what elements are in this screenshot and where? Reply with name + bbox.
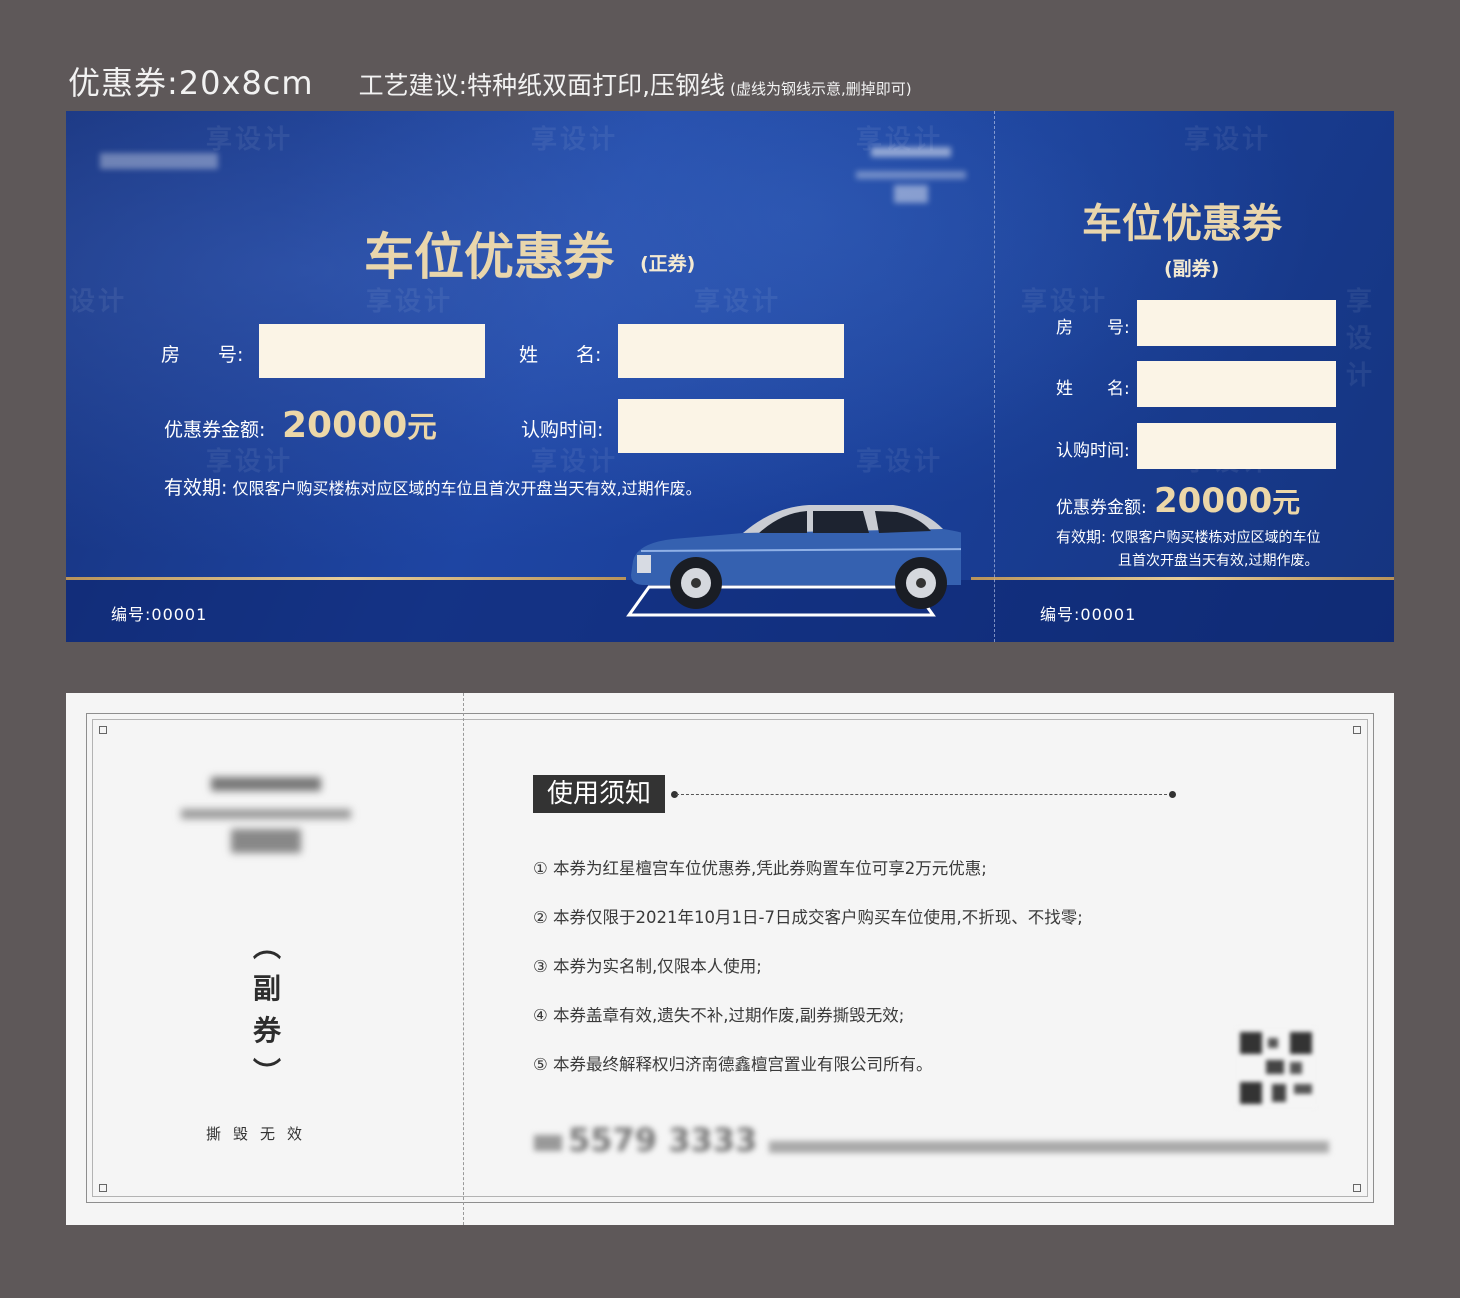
- validity-label: 有效期:: [164, 477, 228, 499]
- name-field[interactable]: [618, 324, 844, 378]
- stub-validity-line1: 仅限客户购买楼栋对应区域的车位: [1110, 530, 1321, 546]
- main-subtitle: (正券): [640, 253, 696, 275]
- stub-room-label: 房 号:: [1056, 318, 1130, 338]
- bracket-top: ︵: [252, 930, 281, 963]
- brand-logo-small: [100, 153, 218, 169]
- spec-header: 优惠券:20x8cm 工艺建议:特种纸双面打印,压钢线 (虚线为钢线示意,删掉即…: [68, 58, 912, 104]
- amount-number: 20000: [282, 405, 408, 446]
- time-label: 认购时间:: [521, 419, 604, 441]
- car-illustration: [626, 505, 961, 617]
- gold-divider-left: [66, 577, 626, 580]
- corner-mark: [1353, 1184, 1361, 1192]
- stub-room-field[interactable]: [1137, 300, 1336, 346]
- hotline: 5579 3333: [534, 1121, 1330, 1159]
- corner-mark: [99, 1184, 107, 1192]
- room-label: 房 号:: [161, 344, 244, 366]
- rule-item: ③ 本券为实名制,仅限本人使用;: [533, 957, 762, 976]
- corner-mark: [1353, 726, 1361, 734]
- main-title: 车位优惠券: [364, 227, 614, 286]
- stub-serial-number: 编号:00001: [1040, 605, 1137, 624]
- craft-note: (虚线为钢线示意,删掉即可): [730, 80, 912, 98]
- stub-time-field[interactable]: [1137, 423, 1336, 469]
- rule-item: ① 本券为红星檀宫车位优惠券,凭此券购置车位可享2万元优惠;: [533, 859, 987, 878]
- tear-line: [994, 111, 995, 642]
- notice-title: 使用须知: [533, 775, 665, 813]
- size-spec: 优惠券:20x8cm: [68, 64, 314, 102]
- stub-amount-label: 优惠券金额:: [1056, 498, 1147, 518]
- watermark: 享设计: [1346, 287, 1376, 391]
- room-field[interactable]: [259, 324, 485, 378]
- stub-char-2: 券: [252, 1014, 281, 1047]
- brand-logo: [856, 143, 966, 213]
- stub-validity-line2: 且首次开盘当天有效,过期作废。: [1118, 553, 1319, 569]
- corner-mark: [99, 726, 107, 734]
- stub-name-field[interactable]: [1137, 361, 1336, 407]
- watermark: 享设计: [66, 287, 128, 317]
- brand-logo-back: [176, 771, 356, 853]
- craft-suggestion: 工艺建议:特种纸双面打印,压钢线: [358, 71, 726, 100]
- stub-title: 车位优惠券: [1082, 200, 1282, 247]
- serial-number: 编号:00001: [111, 605, 208, 624]
- stub-amount-unit: 元: [1272, 486, 1301, 519]
- stub-char-1: 副: [252, 972, 281, 1005]
- coupon-back: ︵ 副 券 ︶ 撕毁无效 使用须知 ① 本券为红星檀宫车位优惠券,凭此券购置车位…: [66, 693, 1394, 1225]
- watermark: 享设计: [856, 447, 944, 477]
- stub-time-label: 认购时间:: [1056, 441, 1130, 461]
- void-if-torn: 撕毁无效: [206, 1125, 315, 1143]
- watermark: 享设计: [694, 287, 782, 317]
- stub-validity-label: 有效期:: [1056, 528, 1107, 546]
- watermark: 享设计: [1184, 125, 1272, 155]
- hotline-number: 5579 3333: [568, 1121, 758, 1159]
- amount-label: 优惠券金额:: [164, 419, 266, 441]
- notice-divider: [676, 794, 1172, 795]
- stub-subtitle: (副券): [1164, 258, 1220, 280]
- amount-unit: 元: [407, 410, 437, 444]
- stub-amount-number: 20000: [1154, 481, 1273, 521]
- watermark: 享设计: [531, 125, 619, 155]
- stub-amount-value: 20000元: [1154, 481, 1300, 521]
- rule-item: ⑤ 本券最终解释权归济南德鑫檀宫置业有限公司所有。: [533, 1055, 933, 1074]
- qr-code: [1236, 1028, 1316, 1108]
- stub-vertical-label: ︵ 副 券 ︶: [244, 926, 290, 1094]
- bracket-bottom: ︶: [252, 1056, 281, 1089]
- stub-name-label: 姓 名:: [1056, 379, 1130, 399]
- tear-line-back: [463, 693, 464, 1225]
- rule-item: ④ 本券盖章有效,遗失不补,过期作废,副券撕毁无效;: [533, 1006, 905, 1025]
- watermark: 享设计: [206, 125, 294, 155]
- stub-validity: 有效期: 仅限客户购买楼栋对应区域的车位 且首次开盘当天有效,过期作废。: [1056, 526, 1321, 573]
- time-field[interactable]: [618, 399, 844, 453]
- notice-dot-right: [1169, 791, 1176, 798]
- gold-divider-right: [971, 577, 1394, 580]
- amount-value: 20000元: [282, 403, 437, 446]
- rule-item: ② 本券仅限于2021年10月1日-7日成交客户购买车位使用,不折现、不找零;: [533, 908, 1083, 927]
- coupon-front: 享设计 享设计 享设计 享设计 享设计 享设计 享设计 享设计 享设计 享设计 …: [66, 111, 1394, 642]
- name-label: 姓 名:: [519, 344, 602, 366]
